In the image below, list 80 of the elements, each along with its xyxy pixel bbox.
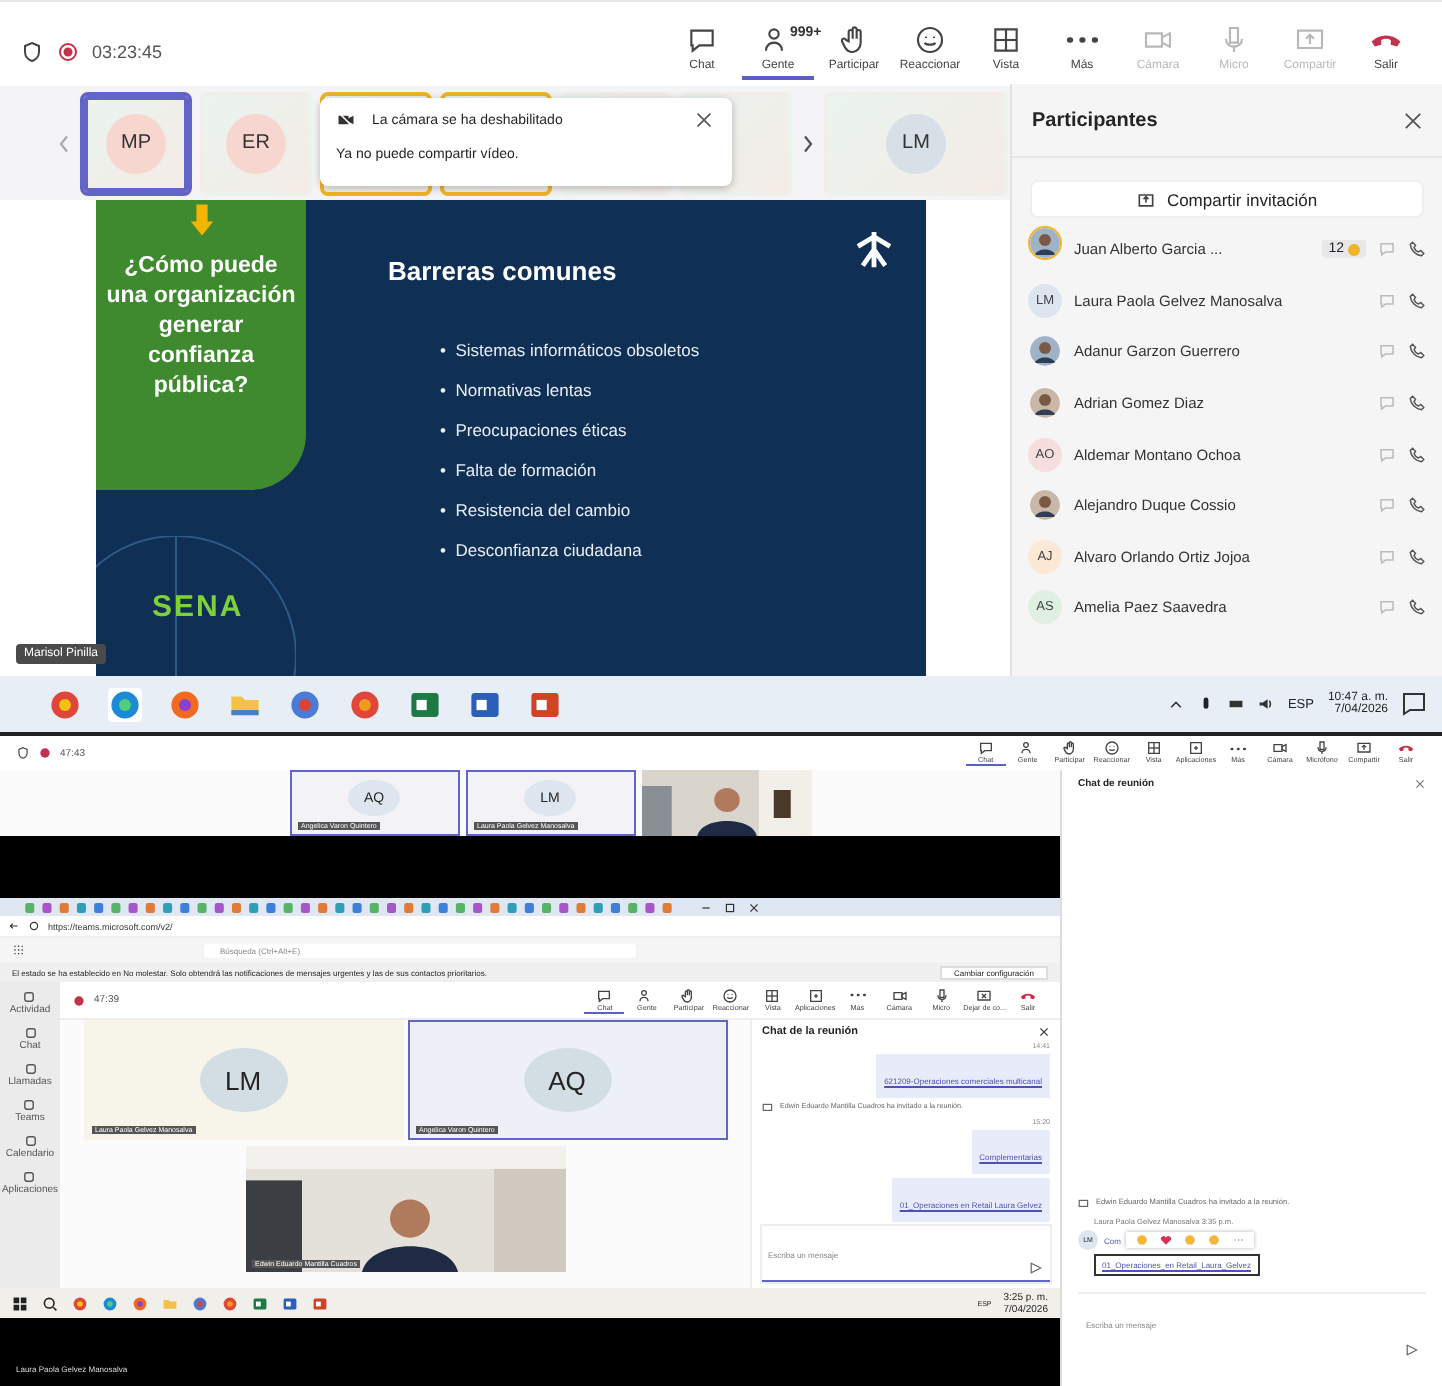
battery-icon[interactable] bbox=[1227, 696, 1244, 712]
windows-icon[interactable] bbox=[12, 1295, 28, 1311]
maximize-icon[interactable] bbox=[724, 901, 736, 913]
smiley-icon bbox=[722, 987, 739, 1003]
document-icon[interactable] bbox=[468, 687, 502, 721]
chevron-right-icon bbox=[800, 131, 816, 155]
slide-title: Barreras comunes bbox=[388, 256, 617, 286]
shield-icon bbox=[20, 40, 44, 64]
refresh-icon[interactable] bbox=[28, 920, 40, 932]
meeting-timer: 03:23:45 bbox=[92, 42, 163, 62]
pointing-hand-icon bbox=[187, 200, 215, 240]
grid-icon bbox=[990, 24, 1022, 56]
browser-icon[interactable] bbox=[168, 687, 202, 721]
smiley-icon bbox=[1103, 740, 1120, 756]
browser-icon[interactable] bbox=[348, 687, 382, 721]
stop-sharing-icon bbox=[976, 987, 993, 1003]
chevron-up-icon[interactable] bbox=[1167, 696, 1184, 712]
hang-up-icon bbox=[1398, 744, 1414, 752]
panel-title: Participantes bbox=[1032, 109, 1158, 131]
smiley-icon bbox=[914, 24, 946, 56]
notification-icon[interactable] bbox=[1402, 692, 1426, 716]
browser-icon[interactable] bbox=[48, 687, 82, 721]
close-icon[interactable] bbox=[748, 901, 760, 913]
avatar: MP bbox=[106, 113, 166, 173]
camera-off-icon bbox=[336, 110, 356, 130]
send-icon[interactable] bbox=[1406, 1344, 1418, 1356]
recording-icon bbox=[72, 993, 86, 1007]
hand-icon bbox=[1061, 740, 1078, 756]
share-icon bbox=[1356, 740, 1372, 756]
presentation-icon[interactable] bbox=[312, 1295, 328, 1311]
shield-icon bbox=[16, 746, 30, 760]
grid-icon bbox=[764, 987, 781, 1003]
avatar: LM bbox=[886, 113, 946, 173]
search-icon[interactable] bbox=[42, 1295, 58, 1311]
send-icon[interactable] bbox=[1030, 1262, 1042, 1274]
document-icon[interactable] bbox=[282, 1295, 298, 1311]
avatar: LM bbox=[199, 1048, 287, 1112]
more-icon bbox=[849, 992, 866, 998]
participant-tile[interactable]: MP bbox=[80, 91, 192, 195]
camera-icon bbox=[891, 987, 908, 1003]
hand-icon bbox=[680, 987, 697, 1003]
share-icon bbox=[1136, 189, 1157, 209]
volume-icon[interactable] bbox=[1257, 696, 1274, 712]
chevron-left-icon bbox=[56, 131, 72, 155]
recording-icon bbox=[38, 746, 52, 760]
slide-bullet: • Sistemas informáticos obsoletos bbox=[440, 340, 700, 362]
browser-icon[interactable] bbox=[108, 687, 142, 721]
avatar: AQ bbox=[523, 1048, 611, 1112]
hang-up-icon bbox=[1020, 991, 1036, 999]
participant-tile[interactable]: ER bbox=[200, 91, 312, 195]
hang-up-icon bbox=[1370, 32, 1402, 48]
slide-bullet: • Desconfianza ciudadana bbox=[440, 540, 644, 562]
more-icon bbox=[1230, 745, 1246, 751]
heart-icon[interactable] bbox=[1160, 1234, 1173, 1246]
browser-icon[interactable] bbox=[288, 687, 322, 721]
participant-tile[interactable]: LM bbox=[824, 91, 1008, 195]
microphone-icon bbox=[933, 987, 950, 1003]
slide-bullet: • Normativas lentas bbox=[440, 380, 594, 402]
slide-question: ¿Cómo puede una organización generar confianza pública? bbox=[104, 252, 298, 402]
more-icon bbox=[1066, 34, 1098, 46]
avatar: ER bbox=[226, 113, 286, 173]
slide-bullet: • Falta de formación bbox=[440, 460, 599, 482]
minimize-icon[interactable] bbox=[700, 901, 712, 913]
spreadsheet-icon[interactable] bbox=[252, 1295, 268, 1311]
slide-bullet: • Resistencia del cambio bbox=[440, 500, 633, 522]
presentation-icon[interactable] bbox=[528, 687, 562, 721]
recording-icon bbox=[56, 40, 80, 64]
slide-bullet: • Preocupaciones éticas bbox=[440, 420, 629, 442]
close-icon[interactable] bbox=[696, 112, 712, 128]
next-button[interactable] bbox=[800, 131, 816, 155]
app-launcher-icon[interactable] bbox=[12, 944, 24, 956]
close-icon[interactable] bbox=[1404, 111, 1422, 129]
grid-icon bbox=[1145, 740, 1162, 756]
back-icon[interactable] bbox=[8, 920, 20, 932]
microphone-icon bbox=[1314, 740, 1330, 756]
spreadsheet-icon[interactable] bbox=[408, 687, 442, 721]
close-icon[interactable] bbox=[1038, 1026, 1050, 1038]
slide-brand: SENA bbox=[152, 590, 244, 624]
share-invite-button[interactable]: Compartir invitación bbox=[1032, 182, 1422, 216]
camera-icon bbox=[1272, 740, 1288, 756]
